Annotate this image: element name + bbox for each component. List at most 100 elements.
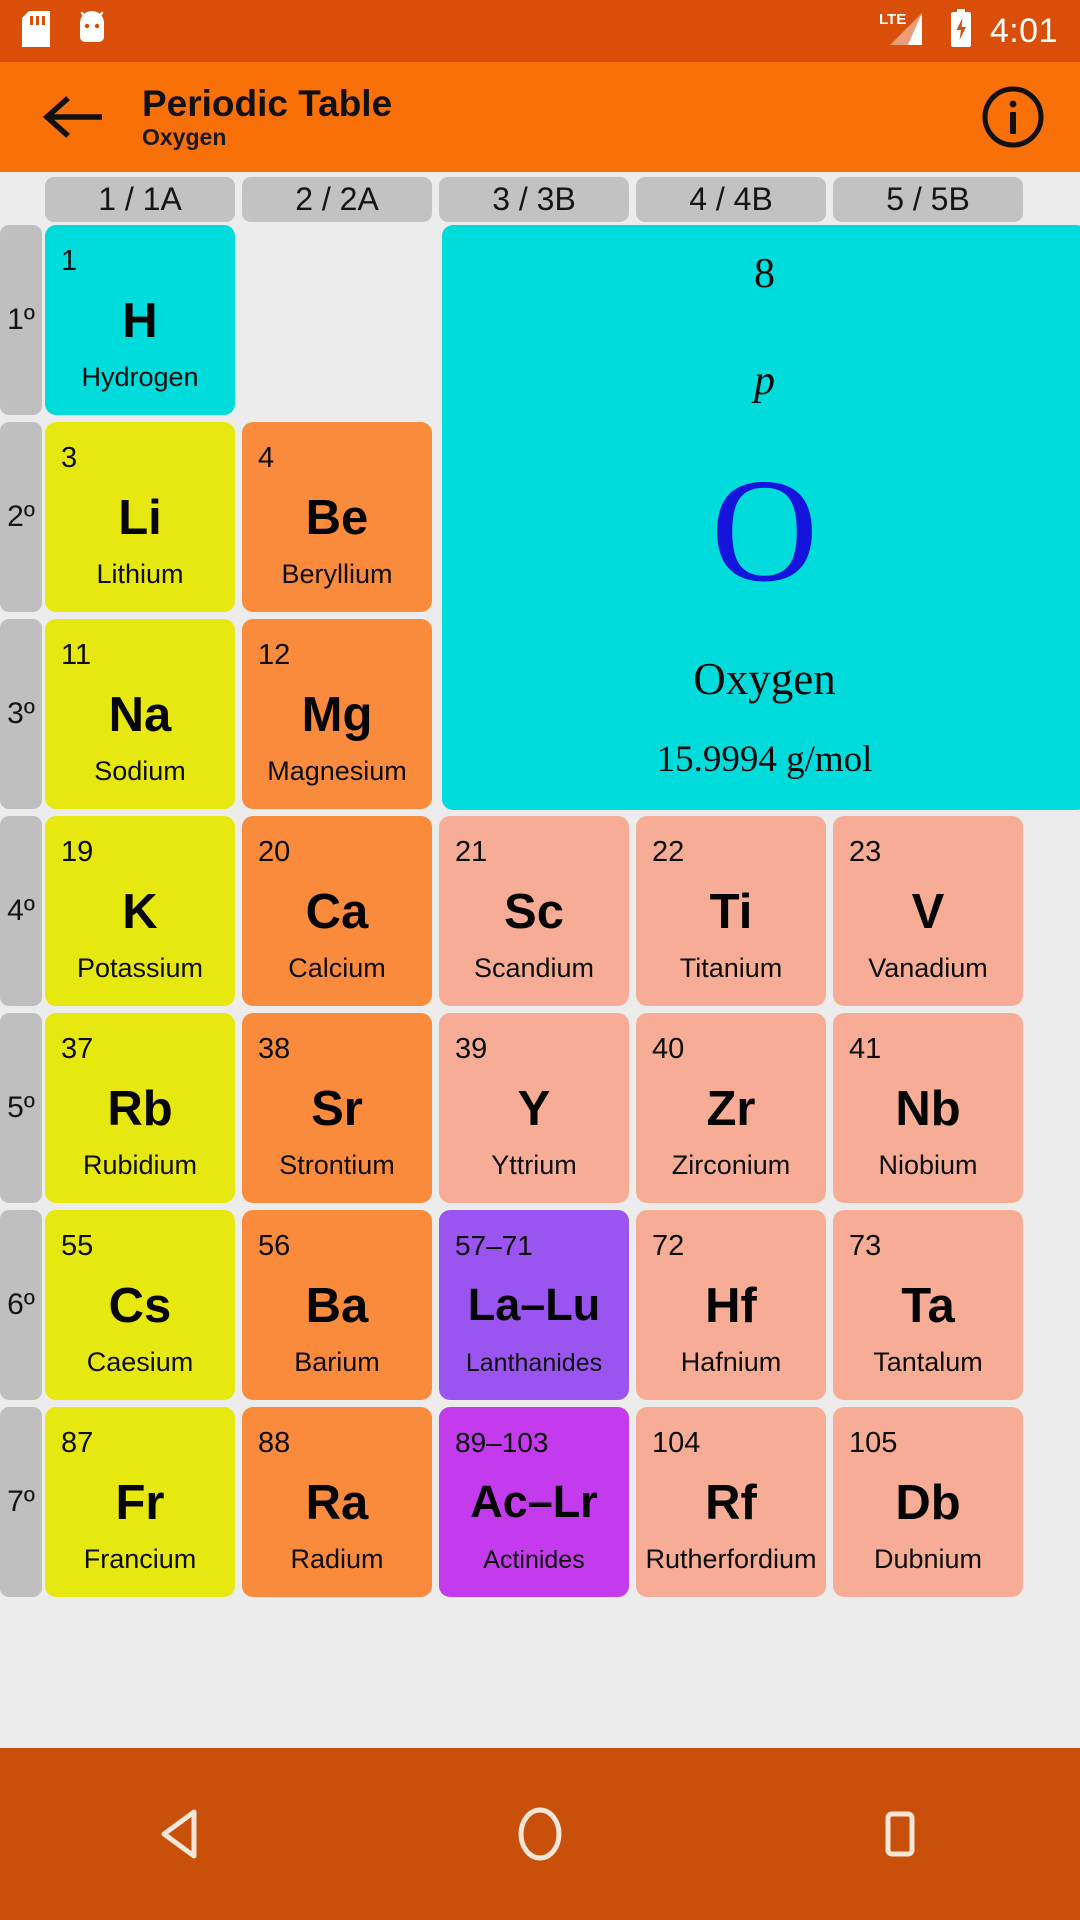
element-cell[interactable]: 39 Y Yttrium [439, 1013, 629, 1203]
nav-home-button[interactable] [465, 1774, 615, 1894]
element-symbol: Sc [504, 885, 564, 939]
element-tile[interactable]: 37 Rb Rubidium [45, 1013, 235, 1203]
element-tile[interactable]: 57–71 La–Lu Lanthanides [439, 1210, 629, 1400]
nav-back-button[interactable] [105, 1774, 255, 1894]
element-tile[interactable]: 89–103 Ac–Lr Actinides [439, 1407, 629, 1597]
element-name: Caesium [86, 1347, 194, 1377]
element-cell[interactable]: 105 Db Dubnium [833, 1407, 1023, 1597]
element-tile[interactable]: 23 V Vanadium [833, 816, 1023, 1006]
element-tile[interactable]: 56 Ba Barium [242, 1210, 432, 1400]
element-tile[interactable]: 21 Sc Scandium [439, 816, 629, 1006]
element-symbol: La–Lu [467, 1279, 601, 1330]
element-cell[interactable]: 56 Ba Barium [242, 1210, 432, 1400]
element-cell[interactable]: 87 Fr Francium [45, 1407, 235, 1597]
element-symbol: Mg [301, 688, 373, 742]
element-name: Hydrogen [81, 362, 199, 392]
element-tile[interactable]: 39 Y Yttrium [439, 1013, 629, 1203]
element-atomic-number: 20 [258, 836, 291, 868]
element-tile[interactable]: 41 Nb Niobium [833, 1013, 1023, 1203]
element-cell[interactable]: 20 Ca Calcium [242, 816, 432, 1006]
square-recents-icon [885, 1811, 915, 1857]
element-name: Titanium [679, 953, 783, 983]
element-atomic-number: 89–103 [455, 1427, 549, 1458]
element-cell[interactable]: 89–103 Ac–Lr Actinides [439, 1407, 629, 1597]
group-header-4: 4 / 4B [636, 177, 826, 222]
element-cell[interactable]: 1 H Hydrogen [45, 225, 235, 415]
element-name: Lanthanides [465, 1349, 603, 1377]
element-name: Rutherfordium [645, 1544, 817, 1574]
element-row: 87 Fr Francium 88 Ra Radium 89–103 Ac–Lr Actinid… [45, 1407, 1030, 1597]
element-name: Francium [83, 1544, 197, 1574]
element-row: 55 Cs Caesium 56 Ba Barium 57–71 La–Lu Lanthanid… [45, 1210, 1030, 1400]
element-name: Scandium [473, 953, 595, 983]
element-cell[interactable]: 23 V Vanadium [833, 816, 1023, 1006]
element-tile[interactable]: 12 Mg Magnesium [242, 619, 432, 809]
element-tile[interactable]: 19 K Potassium [45, 816, 235, 1006]
group-header-2: 2 / 2A [242, 177, 432, 222]
back-button[interactable] [36, 81, 108, 153]
element-tile[interactable]: 104 Rf Rutherfordium [636, 1407, 826, 1597]
element-cell[interactable]: 4 Be Beryllium [242, 422, 432, 612]
element-cell[interactable]: 73 Ta Tantalum [833, 1210, 1023, 1400]
element-tile[interactable]: 105 Db Dubnium [833, 1407, 1023, 1597]
periodic-table-scroll-area[interactable]: 1 / 1A 2 / 2A 3 / 3B 4 / 4B 5 / 5B 1º 2º 3º 4º 5… [0, 172, 1080, 1748]
element-cell[interactable]: 88 Ra Radium [242, 1407, 432, 1597]
element-symbol: Y [517, 1082, 551, 1136]
element-tile[interactable]: 87 Fr Francium [45, 1407, 235, 1597]
element-tile[interactable]: 72 Hf Hafnium [636, 1210, 826, 1400]
element-name: Sodium [94, 756, 186, 786]
triangle-back-icon [161, 1809, 197, 1859]
element-cell[interactable]: 72 Hf Hafnium [636, 1210, 826, 1400]
element-cell[interactable]: 19 K Potassium [45, 816, 235, 1006]
group-header-1: 1 / 1A [45, 177, 235, 222]
element-atomic-number: 21 [455, 836, 488, 868]
element-tile[interactable]: 4 Be Beryllium [242, 422, 432, 612]
element-cell[interactable]: 21 Sc Scandium [439, 816, 629, 1006]
element-cell[interactable]: 41 Nb Niobium [833, 1013, 1023, 1203]
element-symbol: Li [118, 491, 162, 545]
status-bar-clock: 4:01 [989, 11, 1058, 50]
element-symbol: Ba [305, 1279, 369, 1333]
element-name: Actinides [483, 1546, 585, 1574]
element-tile[interactable]: 22 Ti Titanium [636, 816, 826, 1006]
element-atomic-number: 12 [258, 639, 291, 671]
element-name: Lithium [96, 559, 184, 589]
element-atomic-number: 4 [258, 442, 275, 474]
element-cell[interactable]: 38 Sr Strontium [242, 1013, 432, 1203]
element-cell[interactable]: 40 Zr Zirconium [636, 1013, 826, 1203]
element-detail-panel[interactable]: 8 p O Oxygen 15.9994 g/mol [442, 225, 1080, 810]
nav-recents-button[interactable] [825, 1774, 975, 1894]
element-tile[interactable]: 73 Ta Tantalum [833, 1210, 1023, 1400]
element-cell[interactable]: 3 Li Lithium [45, 422, 235, 612]
element-tile[interactable]: 20 Ca Calcium [242, 816, 432, 1006]
element-atomic-number: 3 [61, 442, 78, 474]
element-atomic-number: 39 [455, 1033, 488, 1065]
element-symbol: Hf [705, 1279, 757, 1333]
element-tile[interactable]: 88 Ra Radium [242, 1407, 432, 1597]
element-name: Strontium [279, 1150, 395, 1180]
element-tile[interactable]: 55 Cs Caesium [45, 1210, 235, 1400]
element-name: Tantalum [873, 1347, 983, 1377]
element-cell[interactable]: 55 Cs Caesium [45, 1210, 235, 1400]
sd-card-icon [22, 10, 50, 52]
element-cell[interactable]: 37 Rb Rubidium [45, 1013, 235, 1203]
element-atomic-number: 11 [61, 639, 92, 671]
element-cell[interactable]: 104 Rf Rutherfordium [636, 1407, 826, 1597]
element-cell[interactable]: 57–71 La–Lu Lanthanides [439, 1210, 629, 1400]
arrow-left-icon [42, 96, 102, 138]
element-cell[interactable]: 12 Mg Magnesium [242, 619, 432, 809]
element-symbol: Ta [901, 1279, 955, 1333]
element-symbol: V [911, 885, 945, 939]
element-tile[interactable]: 11 Na Sodium [45, 619, 235, 809]
element-cell[interactable]: 11 Na Sodium [45, 619, 235, 809]
android-navigation-bar [0, 1748, 1080, 1920]
info-button[interactable] [976, 80, 1050, 154]
element-cell[interactable]: 22 Ti Titanium [636, 816, 826, 1006]
element-name: Rubidium [82, 1150, 198, 1180]
element-tile[interactable]: 1 H Hydrogen [45, 225, 235, 415]
info-circle-icon [982, 86, 1044, 148]
group-header-row: 1 / 1A 2 / 2A 3 / 3B 4 / 4B 5 / 5B [45, 177, 1030, 222]
element-tile[interactable]: 40 Zr Zirconium [636, 1013, 826, 1203]
element-tile[interactable]: 38 Sr Strontium [242, 1013, 432, 1203]
element-tile[interactable]: 3 Li Lithium [45, 422, 235, 612]
